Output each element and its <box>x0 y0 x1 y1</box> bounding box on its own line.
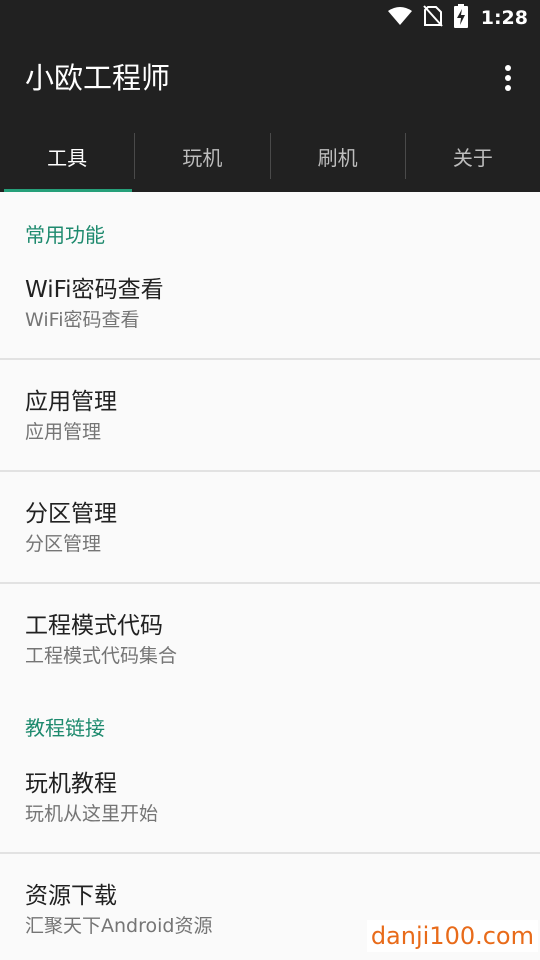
overflow-dot <box>505 75 511 81</box>
section-header-tutorials: 教程链接 <box>25 716 105 740</box>
overflow-dot <box>505 65 511 71</box>
item-title: 工程模式代码 <box>25 613 163 639</box>
item-title: WiFi密码查看 <box>25 277 164 303</box>
preference-list: 常用功能 WiFi密码查看 WiFi密码查看 应用管理 应用管理 分区管理 分区… <box>0 192 540 960</box>
no-sim-icon <box>422 5 443 31</box>
tab-flash[interactable]: 刷机 <box>271 120 405 192</box>
divider <box>0 582 540 584</box>
item-title: 玩机教程 <box>25 771 117 797</box>
item-title: 分区管理 <box>25 501 117 527</box>
tab-play[interactable]: 玩机 <box>135 120 269 192</box>
app-title: 小欧工程师 <box>25 61 171 95</box>
item-summary: 玩机从这里开始 <box>25 803 159 825</box>
wifi-icon <box>387 6 413 30</box>
list-item-play-tutorial[interactable]: 玩机教程 玩机从这里开始 <box>0 766 540 852</box>
list-item-engineering-codes[interactable]: 工程模式代码 工程模式代码集合 <box>0 608 540 694</box>
tab-bar: 工具 玩机 刷机 关于 <box>0 120 540 192</box>
item-summary: 汇聚天下Android资源 <box>25 915 213 937</box>
watermark: danji100.com <box>366 920 538 952</box>
app-bar: 小欧工程师 <box>0 36 540 120</box>
divider <box>0 470 540 472</box>
tab-about[interactable]: 关于 <box>406 120 540 192</box>
item-summary: 工程模式代码集合 <box>25 645 178 667</box>
status-bar: 1:28 <box>0 0 540 36</box>
list-item-app-manager[interactable]: 应用管理 应用管理 <box>0 384 540 470</box>
status-icons: 1:28 <box>387 0 528 36</box>
list-item-partition-manager[interactable]: 分区管理 分区管理 <box>0 496 540 582</box>
status-time: 1:28 <box>480 7 528 29</box>
item-title: 资源下载 <box>25 883 117 909</box>
more-vert-icon[interactable] <box>494 62 522 94</box>
item-summary: WiFi密码查看 <box>25 309 140 331</box>
divider <box>0 358 540 360</box>
item-summary: 应用管理 <box>25 421 102 443</box>
overflow-dot <box>505 85 511 91</box>
list-item-wifi-password[interactable]: WiFi密码查看 WiFi密码查看 <box>0 272 540 358</box>
item-title: 应用管理 <box>25 389 117 415</box>
divider <box>0 852 540 854</box>
item-summary: 分区管理 <box>25 533 102 555</box>
section-header-common: 常用功能 <box>25 223 105 247</box>
tab-tools[interactable]: 工具 <box>0 120 134 192</box>
battery-charging-icon <box>453 4 469 32</box>
